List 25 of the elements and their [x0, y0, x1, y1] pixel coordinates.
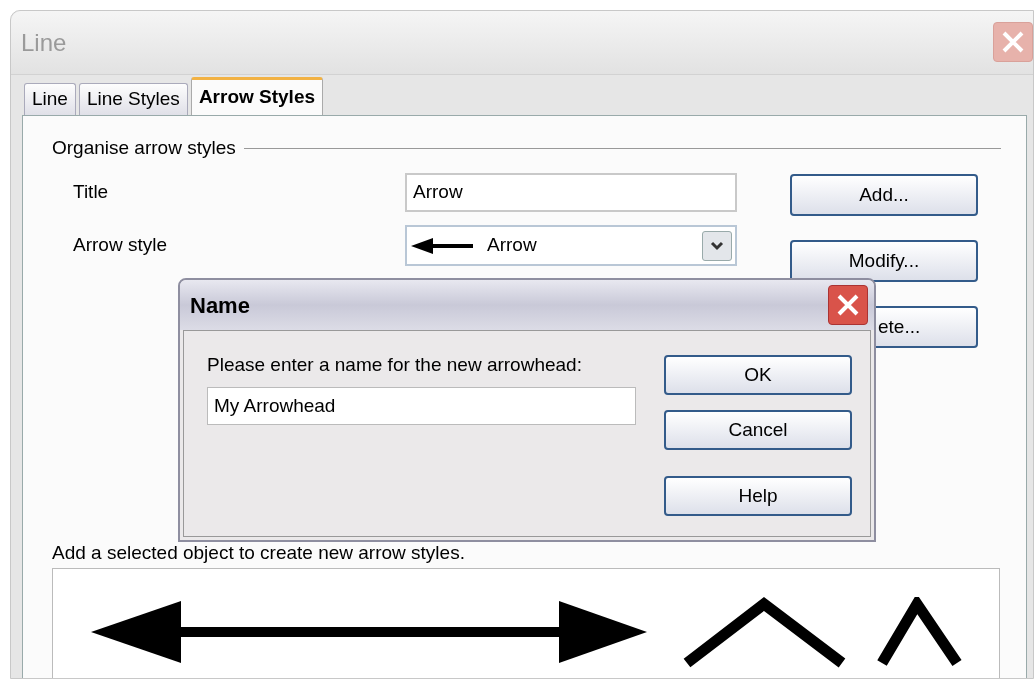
- tab[interactable]: Arrow Styles: [190, 77, 324, 115]
- close-button[interactable]: [828, 285, 868, 325]
- preview-label: Add a selected object to create new arrow styles.: [52, 542, 466, 564]
- name-input[interactable]: My Arrowhead: [207, 387, 636, 425]
- close-icon: [1000, 29, 1026, 55]
- dropdown-value: Arrow: [487, 233, 538, 258]
- arrow-icon: [411, 236, 475, 255]
- tab[interactable]: Line: [24, 83, 76, 115]
- field-label: Arrow style: [73, 233, 168, 258]
- arrow-style-dropdown[interactable]: Arrow: [405, 225, 737, 266]
- dialog-prompt: Please enter a name for the new arrowhead:: [207, 353, 583, 377]
- window-title: Line: [21, 31, 67, 55]
- group-title: Organise arrow styles: [52, 135, 236, 160]
- dialog-button[interactable]: Cancel: [664, 410, 852, 450]
- action-button[interactable]: Modify...: [790, 240, 978, 282]
- action-button[interactable]: Add...: [790, 174, 978, 216]
- title-field[interactable]: Arrow: [405, 173, 737, 212]
- chevron-down-icon: [710, 240, 724, 251]
- tab[interactable]: Line Styles: [78, 83, 188, 115]
- dialog-title: Name: [190, 291, 250, 320]
- dialog-button[interactable]: Help: [664, 476, 852, 516]
- close-icon: [835, 292, 861, 318]
- field-label: Title: [73, 180, 110, 205]
- dialog-button[interactable]: OK: [664, 355, 852, 395]
- dropdown-button[interactable]: [702, 230, 732, 261]
